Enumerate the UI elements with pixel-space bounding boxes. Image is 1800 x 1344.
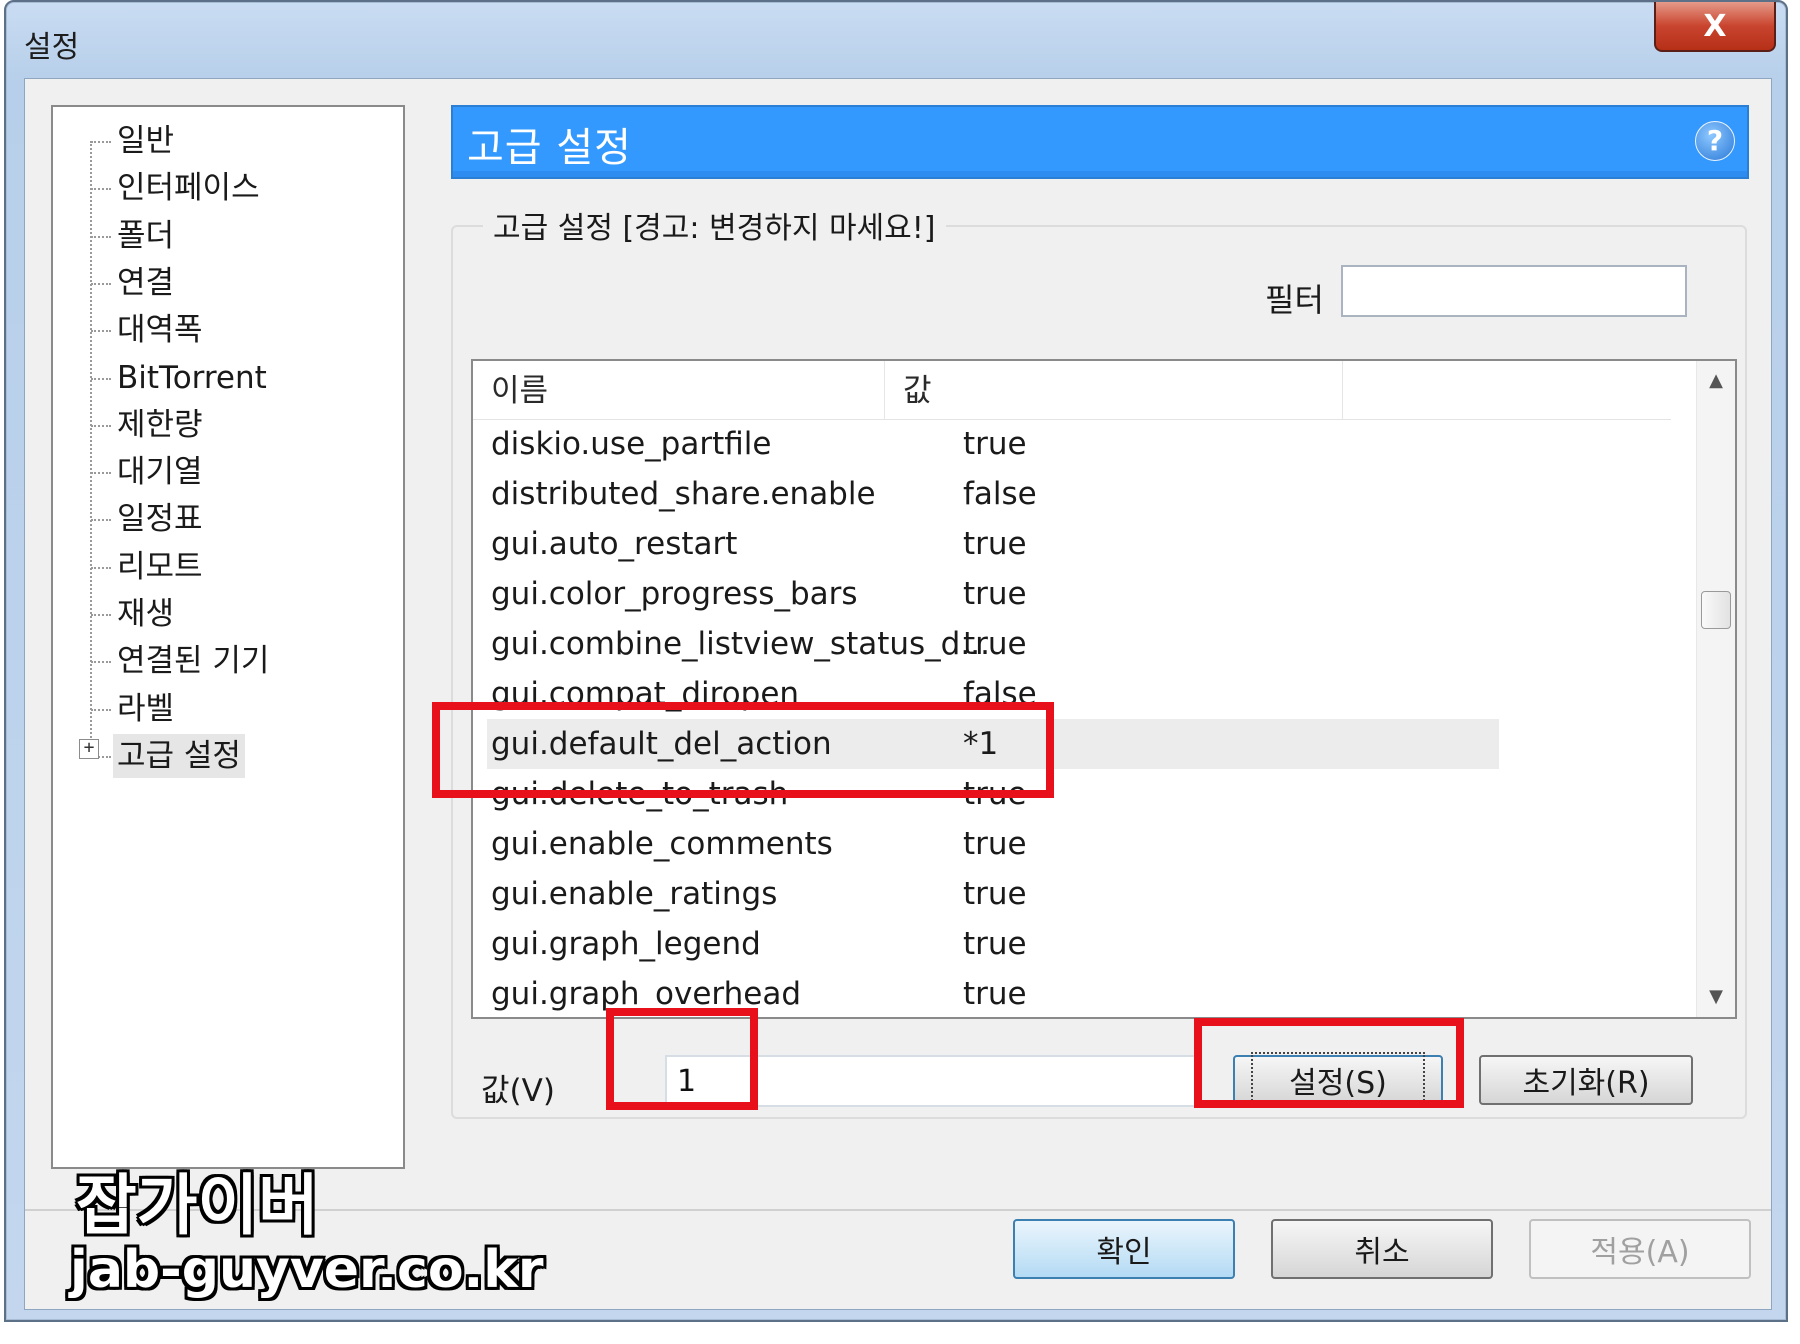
reset-button-label: 초기화(R) — [1522, 1066, 1650, 1101]
watermark-url: jab-guyver.co.kr — [70, 1240, 544, 1300]
highlight-value-input — [606, 1008, 758, 1110]
tree-connector — [91, 424, 111, 427]
tree-connector — [91, 472, 111, 475]
sidebar-item[interactable]: 대역폭 — [113, 308, 207, 352]
sidebar-item[interactable]: 대기열 — [113, 450, 207, 494]
row-name: gui.graph_legend — [491, 926, 761, 962]
settings-category-tree: 일반 인터페이스 폴더 연결 대역폭 BitTorrent 제한량 대기열 일정표 리모트 재생 연결… — [51, 105, 405, 1169]
tree-connector — [91, 708, 111, 711]
row-name: gui.enable_comments — [491, 826, 833, 862]
tree-connector — [91, 188, 111, 191]
row-value: true — [963, 876, 1027, 912]
apply-button-label: 적용(A) — [1590, 1235, 1690, 1270]
sidebar-item[interactable]: 연결된 기기 — [113, 639, 273, 683]
expand-plus-icon[interactable]: + — [79, 739, 99, 759]
table-row[interactable]: distributed_share.enable false — [473, 469, 1671, 519]
highlight-set-button — [1194, 1018, 1464, 1108]
row-value: true — [963, 826, 1027, 862]
apply-button[interactable]: 적용(A) — [1529, 1219, 1751, 1279]
sidebar-item[interactable]: 연결 — [113, 261, 178, 305]
table-row[interactable]: gui.graph_legend true — [473, 919, 1671, 969]
row-name: distributed_share.enable — [491, 476, 876, 512]
row-name: gui.auto_restart — [491, 526, 738, 562]
sidebar-item[interactable]: 제한량 — [113, 403, 207, 447]
tree-connector — [91, 282, 111, 285]
reset-button[interactable]: 초기화(R) — [1479, 1055, 1693, 1105]
row-name: gui.color_progress_bars — [491, 576, 858, 612]
table-row[interactable]: gui.enable_ratings true — [473, 869, 1671, 919]
sidebar-item[interactable]: 고급 설정 — [113, 733, 245, 778]
cancel-button-label: 취소 — [1354, 1235, 1410, 1270]
row-value: true — [963, 426, 1027, 462]
sidebar-item[interactable]: BitTorrent — [113, 356, 271, 400]
row-name: diskio.use_partfile — [491, 426, 772, 462]
scroll-thumb[interactable] — [1701, 591, 1731, 629]
ok-button[interactable]: 확인 — [1013, 1219, 1235, 1279]
scroll-down-icon[interactable]: ▼ — [1697, 977, 1735, 1017]
help-icon[interactable]: ? — [1695, 121, 1735, 161]
filter-input[interactable] — [1341, 265, 1687, 317]
row-value: true — [963, 976, 1027, 1012]
tree-connector — [91, 661, 111, 664]
group-legend: 고급 설정 [경고: 변경하지 마세요!] — [483, 203, 946, 247]
tree-connector — [91, 519, 111, 522]
column-header-value[interactable]: 값 — [885, 361, 1343, 419]
section-header: 고급 설정 ? — [451, 105, 1749, 179]
table-row[interactable]: gui.auto_restart true — [473, 519, 1671, 569]
close-button[interactable]: X — [1654, 2, 1776, 52]
table-row[interactable]: diskio.use_partfile true — [473, 419, 1671, 469]
sidebar-item[interactable]: 인터페이스 — [113, 166, 264, 210]
section-title: 고급 설정 — [467, 125, 632, 171]
tree-connector — [91, 235, 111, 238]
list-header: 이름 값 — [473, 361, 1671, 420]
tree-connector — [91, 141, 111, 143]
table-row[interactable]: gui.combine_listview_status_d... true — [473, 619, 1671, 669]
cancel-button[interactable]: 취소 — [1271, 1219, 1493, 1279]
window-title: 설정 — [24, 30, 80, 65]
sidebar-item[interactable]: 일정표 — [113, 497, 207, 541]
settings-window: 설정 X 일반 인터페이스 폴더 연결 대역폭 BitTorrent 제한량 대기열 일정표 리모… — [4, 0, 1788, 1322]
tree-connector — [91, 566, 111, 569]
vertical-scrollbar[interactable]: ▲ ▼ — [1696, 361, 1735, 1017]
watermark-title: 잡가이버 — [76, 1167, 319, 1244]
close-icon: X — [1703, 8, 1727, 44]
settings-list: 이름 값 diskio.use_partfile true distributed_… — [471, 359, 1737, 1019]
table-row[interactable]: gui.enable_comments true — [473, 819, 1671, 869]
filter-label: 필터 — [1265, 281, 1324, 319]
tree-connector — [90, 141, 92, 746]
value-label: 값(V) — [481, 1073, 555, 1109]
row-value: true — [963, 626, 1027, 662]
tree-connector — [91, 330, 111, 333]
scroll-up-icon[interactable]: ▲ — [1697, 361, 1735, 401]
tree-connector — [91, 614, 111, 616]
tree-connector — [91, 377, 111, 380]
sidebar-item[interactable]: 일반 — [113, 119, 178, 163]
sidebar-item[interactable]: 리모트 — [113, 545, 207, 589]
row-value: true — [963, 926, 1027, 962]
highlight-selected-row — [432, 702, 1054, 798]
sidebar-item[interactable]: 라벨 — [113, 687, 178, 731]
row-value: true — [963, 576, 1027, 612]
sidebar-item[interactable]: 재생 — [113, 592, 178, 636]
row-name: gui.enable_ratings — [491, 876, 778, 912]
row-value: true — [963, 526, 1027, 562]
dialog-client-area: 일반 인터페이스 폴더 연결 대역폭 BitTorrent 제한량 대기열 일정표 리모트 재생 연결… — [24, 78, 1772, 1310]
row-name: gui.combine_listview_status_d... — [491, 626, 990, 662]
row-value: false — [963, 476, 1037, 512]
sidebar-item[interactable]: 폴더 — [113, 214, 178, 258]
table-row[interactable]: gui.color_progress_bars true — [473, 569, 1671, 619]
column-header-name[interactable]: 이름 — [473, 361, 885, 419]
ok-button-label: 확인 — [1096, 1235, 1152, 1270]
